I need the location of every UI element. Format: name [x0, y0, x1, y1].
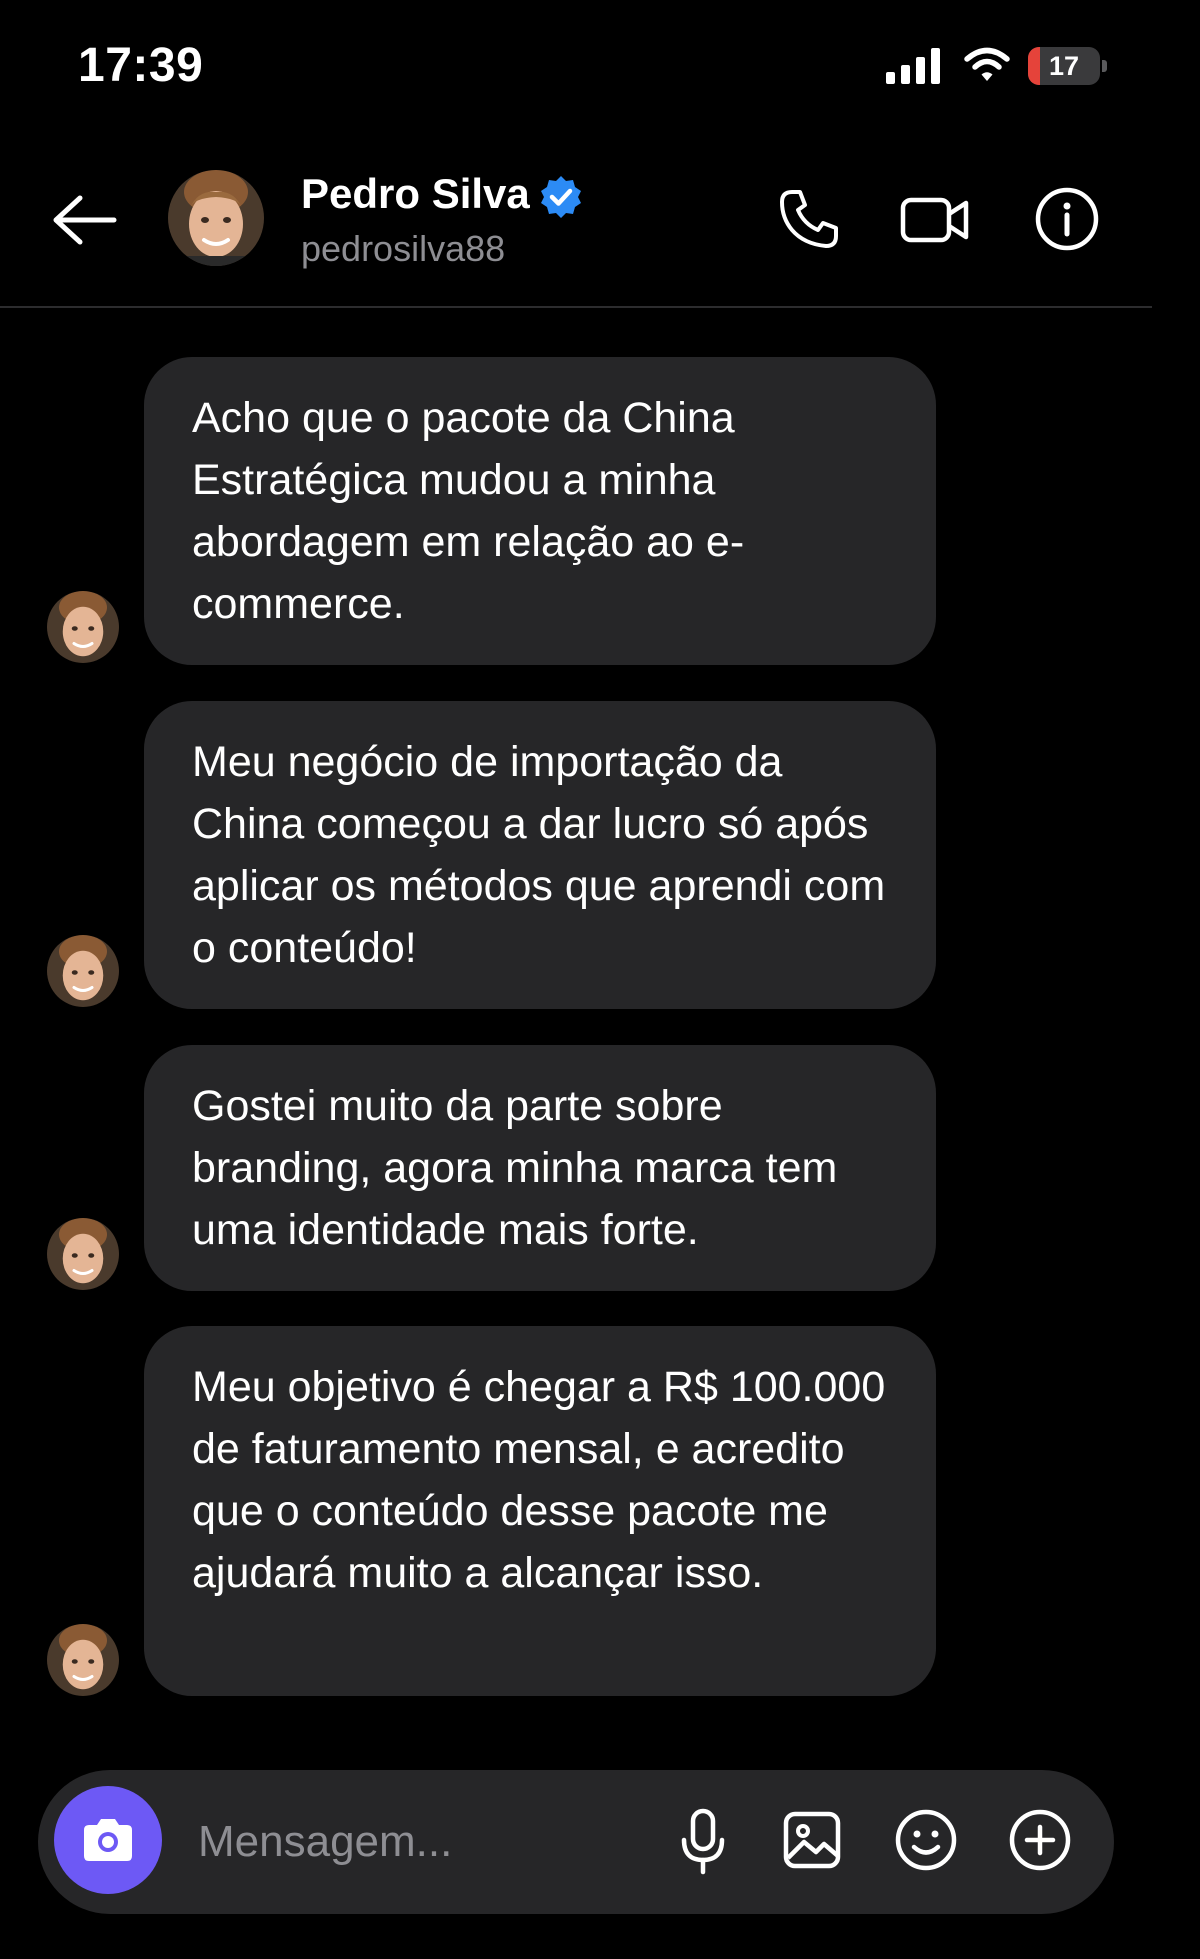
wifi-icon — [964, 47, 1010, 81]
avatar-face-icon — [47, 1624, 119, 1696]
phone-call-icon[interactable] — [778, 188, 840, 250]
avatar-face-icon — [47, 935, 119, 1007]
sender-avatar[interactable] — [47, 1624, 119, 1696]
message-bubble[interactable]: Acho que o pacote da China Estratégica m… — [144, 357, 936, 665]
status-bar: 17:39 17 — [0, 0, 1200, 130]
avatar-face-icon — [168, 170, 264, 266]
verified-badge-icon — [541, 176, 581, 218]
sender-avatar[interactable] — [47, 1218, 119, 1290]
plus-icon[interactable] — [1008, 1808, 1072, 1872]
battery-body: 17 — [1028, 47, 1100, 85]
chat-header: Pedro Silva pedrosilva88 — [0, 150, 1152, 308]
gallery-icon[interactable] — [782, 1810, 842, 1870]
contact-avatar[interactable] — [168, 170, 264, 266]
sender-avatar[interactable] — [47, 935, 119, 1007]
message-bubble[interactable]: Meu objetivo é chegar a R$ 100.000 de fa… — [144, 1326, 936, 1696]
info-icon[interactable] — [1034, 186, 1100, 252]
status-time: 17:39 — [78, 39, 204, 92]
avatar-face-icon — [47, 1218, 119, 1290]
microphone-icon[interactable] — [678, 1808, 728, 1876]
contact-handle[interactable]: pedrosilva88 — [301, 228, 505, 270]
video-call-icon[interactable] — [900, 192, 970, 248]
message-input[interactable] — [198, 1810, 668, 1874]
contact-name[interactable]: Pedro Silva — [301, 170, 530, 218]
battery-level: 17 — [1048, 51, 1080, 81]
avatar-face-icon — [47, 591, 119, 663]
sender-avatar[interactable] — [47, 591, 119, 663]
emoji-icon[interactable] — [894, 1808, 958, 1872]
message-bubble[interactable]: Gostei muito da parte sobre branding, ag… — [144, 1045, 936, 1291]
battery-indicator: 17 — [1028, 47, 1107, 85]
cellular-signal-icon — [886, 48, 940, 84]
message-composer — [38, 1770, 1114, 1914]
back-arrow-icon[interactable] — [50, 190, 120, 250]
camera-button[interactable] — [54, 1786, 162, 1894]
battery-cap — [1102, 60, 1107, 72]
message-bubble[interactable]: Meu negócio de importação da China começ… — [144, 701, 936, 1009]
camera-icon — [84, 1819, 132, 1861]
